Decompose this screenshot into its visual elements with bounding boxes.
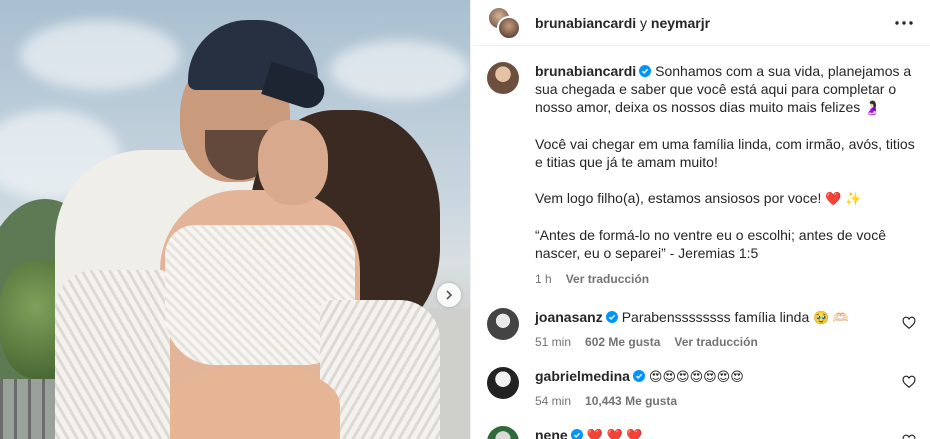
instagram-post: brunabiancardi y neymarjr brunabiancardi… bbox=[0, 0, 930, 439]
caption-paragraph-text: Vem logo filho(a), estamos ansiosos por … bbox=[535, 190, 822, 206]
comment-emoji: 🥹 🫶🏻 bbox=[813, 310, 850, 325]
heart-sparkles-emoji: ❤️ ✨ bbox=[825, 191, 862, 206]
chevron-right-icon bbox=[446, 290, 453, 300]
post-photo[interactable] bbox=[0, 0, 470, 439]
like-comment-heart-icon[interactable] bbox=[902, 375, 916, 389]
comment-likes[interactable]: 602 Me gusta bbox=[585, 335, 660, 349]
translate-link[interactable]: Ver traducción bbox=[566, 272, 649, 286]
author-link[interactable]: brunabiancardi bbox=[535, 15, 636, 31]
caption-meta: 1 h Ver traducción bbox=[535, 270, 916, 288]
verified-badge-icon bbox=[632, 370, 645, 382]
comment-item: gabrielmedina 😍😍😍😍😍😍😍 54 min 10,443 Me gus… bbox=[487, 367, 916, 408]
caption-paragraph: Você vai chegar em uma família linda, co… bbox=[535, 136, 915, 170]
avatar[interactable] bbox=[487, 62, 519, 94]
avatar[interactable] bbox=[487, 426, 519, 439]
comment-username[interactable]: gabrielmedina bbox=[535, 368, 630, 384]
verified-badge-icon bbox=[639, 65, 652, 77]
avatar[interactable] bbox=[497, 15, 521, 40]
post-authors: brunabiancardi y neymarjr bbox=[535, 15, 710, 31]
authors-connector: y bbox=[640, 14, 648, 31]
collab-avatars[interactable] bbox=[487, 5, 521, 40]
comment-time[interactable]: 51 min bbox=[535, 335, 571, 349]
carousel-next-button[interactable] bbox=[437, 283, 461, 307]
comment-username[interactable]: joanasanz bbox=[535, 309, 603, 325]
like-comment-heart-icon[interactable] bbox=[902, 316, 916, 330]
verified-badge-icon bbox=[605, 311, 618, 323]
comment-emoji: ❤️ ❤️ ❤️ bbox=[586, 428, 643, 439]
caption-quote: “Antes de formá-lo no ventre eu o escolh… bbox=[535, 227, 886, 261]
comment-emoji: 😍😍😍😍😍😍😍 bbox=[648, 369, 744, 384]
caption-username[interactable]: brunabiancardi bbox=[535, 63, 636, 79]
more-horizontal-icon bbox=[895, 20, 913, 25]
post-panel: brunabiancardi y neymarjr brunabiancardi… bbox=[470, 0, 930, 439]
post-header: brunabiancardi y neymarjr bbox=[471, 0, 930, 46]
avatar[interactable] bbox=[487, 308, 519, 340]
comment-item: nene ❤️ ❤️ ❤️ bbox=[487, 426, 916, 439]
verified-badge-icon bbox=[570, 429, 583, 439]
caption-paragraph: Vem logo filho(a), estamos ansiosos por … bbox=[535, 189, 916, 208]
comment-time[interactable]: 54 min bbox=[535, 394, 571, 408]
more-options-button[interactable] bbox=[892, 11, 916, 35]
comment-username[interactable]: nene bbox=[535, 427, 568, 439]
comment-likes[interactable]: 10,443 Me gusta bbox=[585, 394, 677, 408]
avatar[interactable] bbox=[487, 367, 519, 399]
author-link[interactable]: neymarjr bbox=[651, 15, 710, 31]
comment-text: Parabenssssssss família linda bbox=[621, 309, 810, 325]
translate-link[interactable]: Ver traducción bbox=[674, 335, 757, 349]
post-caption: brunabiancardi Sonhamos com a sua vida, p… bbox=[487, 62, 916, 288]
comments-area: brunabiancardi Sonhamos com a sua vida, p… bbox=[471, 46, 930, 439]
like-comment-heart-icon[interactable] bbox=[902, 434, 916, 439]
pregnant-emoji: 🤰🏻 bbox=[864, 100, 881, 115]
comment-item: joanasanz Parabenssssssss família linda 🥹… bbox=[487, 308, 916, 349]
timestamp[interactable]: 1 h bbox=[535, 272, 552, 286]
